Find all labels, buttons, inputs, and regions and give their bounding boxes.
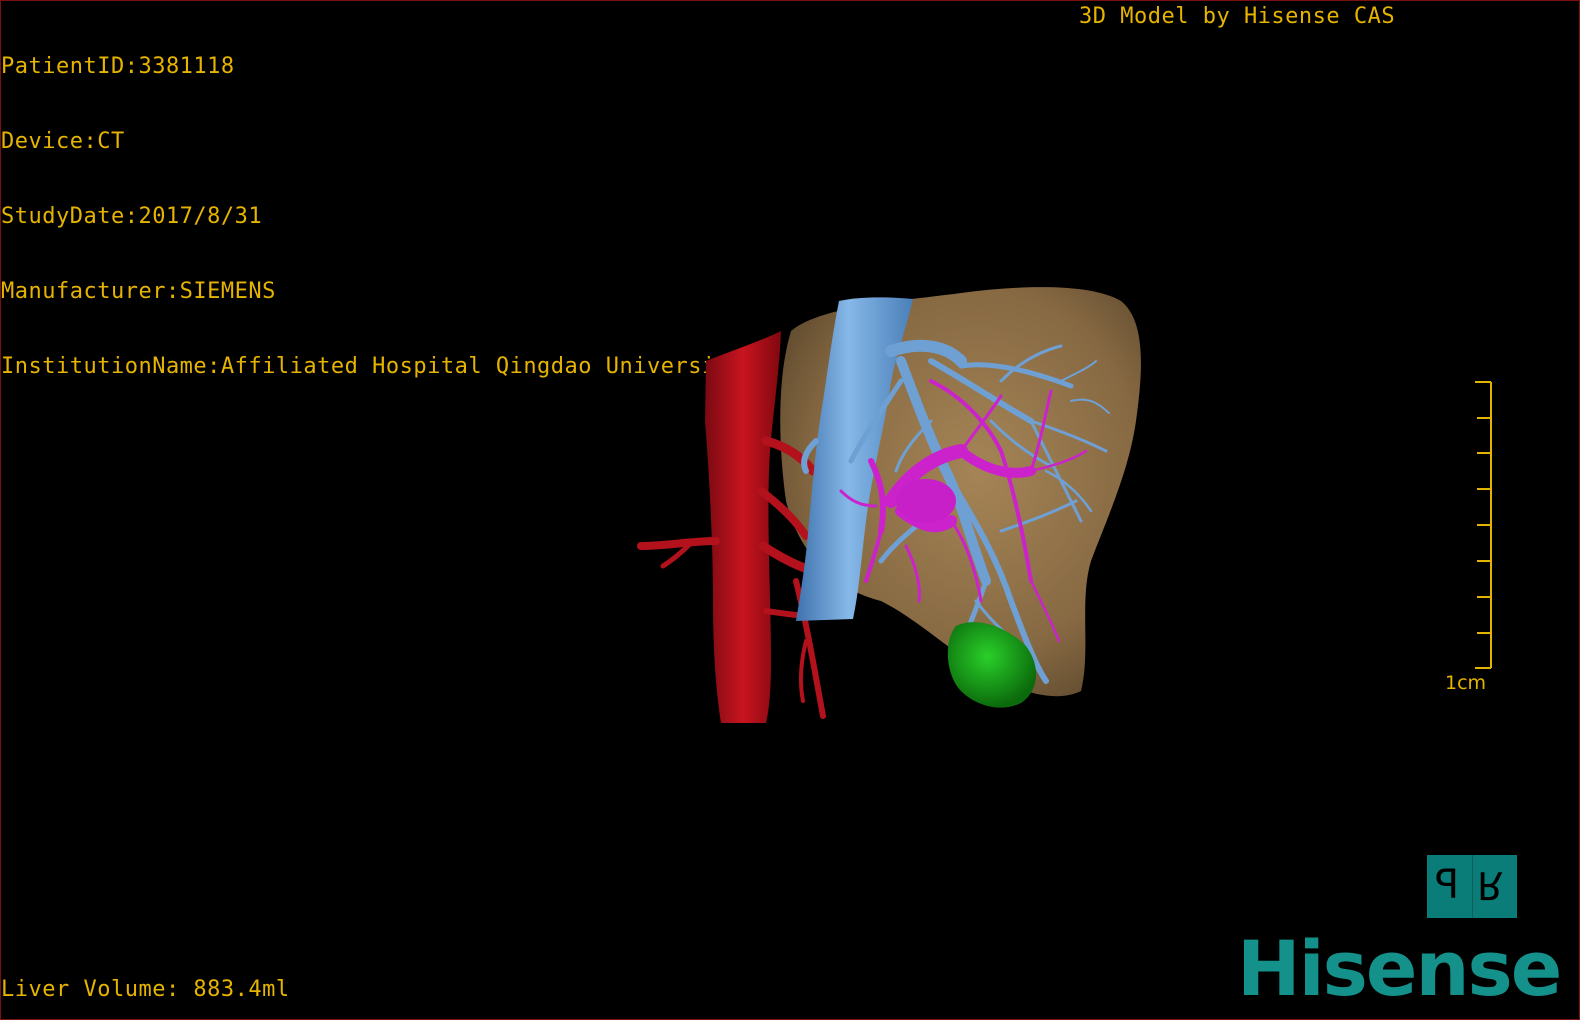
liver-volume-text: Liver Volume: 883.4ml [1,977,290,1002]
scale-bar [1475,381,1492,669]
liver-3d-model[interactable]: 1cm [1,1,1579,1019]
hisense-logo: Hisense [1237,924,1562,1013]
orientation-cube-divider [1472,855,1473,918]
hepatic-vessel-confluence [896,479,956,523]
orientation-face-left: P [1435,862,1460,908]
orientation-cube-icon[interactable]: P R [1427,855,1517,918]
3d-render-viewport[interactable]: PatientID:3381118 Device:CT StudyDate:20… [0,0,1580,1020]
scale-bar-label: 1cm [1445,672,1486,694]
orientation-face-right: R [1477,863,1504,907]
